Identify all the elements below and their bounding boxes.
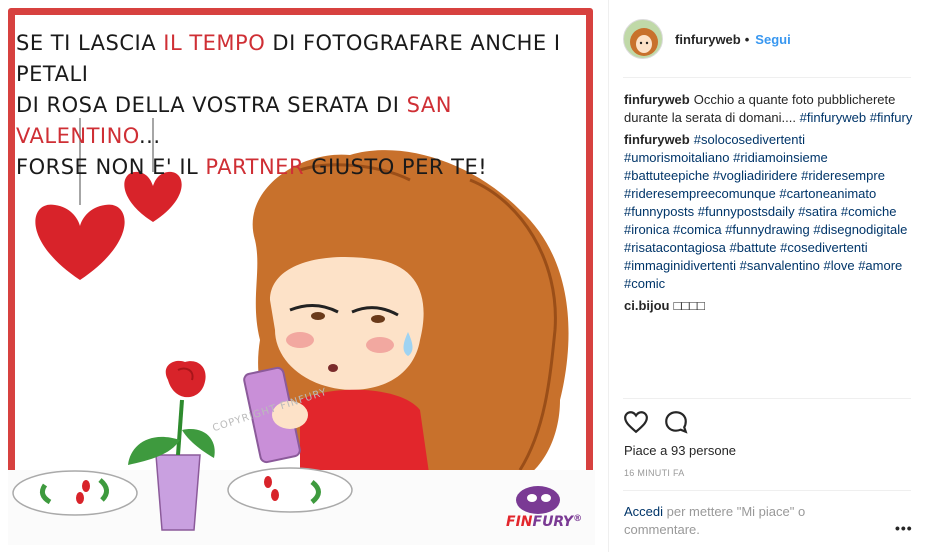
post-header: finfuryweb • Segui bbox=[623, 16, 913, 62]
hashtag-link[interactable]: #finfuryweb bbox=[800, 110, 866, 125]
action-bar bbox=[623, 409, 689, 435]
hashtag-link[interactable]: #comica bbox=[673, 222, 721, 237]
login-link[interactable]: Accedi bbox=[624, 504, 663, 519]
comic-caption: Se ti lascia il tempo di fotografare anc… bbox=[16, 31, 561, 179]
hashtag-link[interactable]: #ridiamoinsieme bbox=[733, 150, 828, 165]
hashtag-link[interactable]: #comic bbox=[624, 276, 665, 291]
hashtag-link[interactable]: #comiche bbox=[841, 204, 897, 219]
avatar[interactable] bbox=[623, 19, 663, 59]
hashtag-link[interactable]: #vogliadiridere bbox=[713, 168, 798, 183]
finfury-logo: FINFURY® bbox=[506, 514, 583, 530]
actions-divider bbox=[623, 398, 911, 399]
post-timestamp[interactable]: 16 minuti fa bbox=[624, 468, 685, 478]
header-divider bbox=[623, 77, 911, 78]
hashtag-link[interactable]: #satira bbox=[798, 204, 837, 219]
likes-count[interactable]: Piace a 93 persone bbox=[624, 443, 736, 458]
hashtag-link[interactable]: #funnyposts bbox=[624, 204, 694, 219]
follow-button[interactable]: Segui bbox=[755, 32, 790, 47]
hashtag-link[interactable]: #disegnodigitale bbox=[813, 222, 907, 237]
hashtag-link[interactable]: #risatacontagiosa bbox=[624, 240, 726, 255]
post-image[interactable]: Se ti lascia il tempo di fotografare anc… bbox=[0, 0, 607, 552]
comment-bubble-icon[interactable] bbox=[663, 409, 689, 435]
comment-item: finfuryweb #solocosedivertenti #umorismoi… bbox=[624, 131, 914, 293]
more-options-button[interactable]: ••• bbox=[895, 520, 913, 536]
comment-text: □□□□ bbox=[673, 298, 705, 313]
hashtag-link[interactable]: #battute bbox=[730, 240, 777, 255]
hashtag-link[interactable]: #love bbox=[823, 258, 854, 273]
comment-author[interactable]: finfuryweb bbox=[624, 132, 690, 147]
hashtag-link[interactable]: #sanvalentino bbox=[740, 258, 820, 273]
login-prompt: Accedi per mettere "Mi piace" o commenta… bbox=[624, 503, 844, 539]
username[interactable]: finfuryweb bbox=[675, 32, 741, 47]
hashtag-link[interactable]: #battuteepiche bbox=[624, 168, 709, 183]
hashtag-link[interactable]: #solocosedivertenti bbox=[694, 132, 805, 147]
hashtag-link[interactable]: #cartoneanimato bbox=[779, 186, 876, 201]
hashtag-link[interactable]: #cosedivertenti bbox=[780, 240, 867, 255]
comment-item: finfuryweb Occhio a quante foto pubbliche… bbox=[624, 91, 914, 127]
separator-dot: • bbox=[744, 31, 750, 47]
hashtag-link[interactable]: #immaginidivertenti bbox=[624, 258, 736, 273]
hashtag-link[interactable]: #funnypostsdaily bbox=[698, 204, 795, 219]
heart-outline-icon[interactable] bbox=[623, 409, 649, 435]
hashtag-link[interactable]: #ironica bbox=[624, 222, 670, 237]
hashtag-link[interactable]: #amore bbox=[858, 258, 902, 273]
post-sidebar: finfuryweb • Segui finfuryweb Occhio a qu… bbox=[608, 0, 930, 552]
footer-divider bbox=[623, 490, 911, 491]
comment-author[interactable]: finfuryweb bbox=[624, 92, 690, 107]
hashtag-link[interactable]: #rideresempre bbox=[801, 168, 885, 183]
comment-author[interactable]: ci.bijou bbox=[624, 298, 670, 313]
hashtag-link[interactable]: #finfury bbox=[870, 110, 913, 125]
comments-list: finfuryweb Occhio a quante foto pubbliche… bbox=[624, 91, 914, 319]
comment-item: ci.bijou □□□□ bbox=[624, 297, 914, 315]
hashtag-link[interactable]: #umorismoitaliano bbox=[624, 150, 730, 165]
hashtag-link[interactable]: #funnydrawing bbox=[725, 222, 810, 237]
hashtag-link[interactable]: #rideresempreecomunque bbox=[624, 186, 776, 201]
